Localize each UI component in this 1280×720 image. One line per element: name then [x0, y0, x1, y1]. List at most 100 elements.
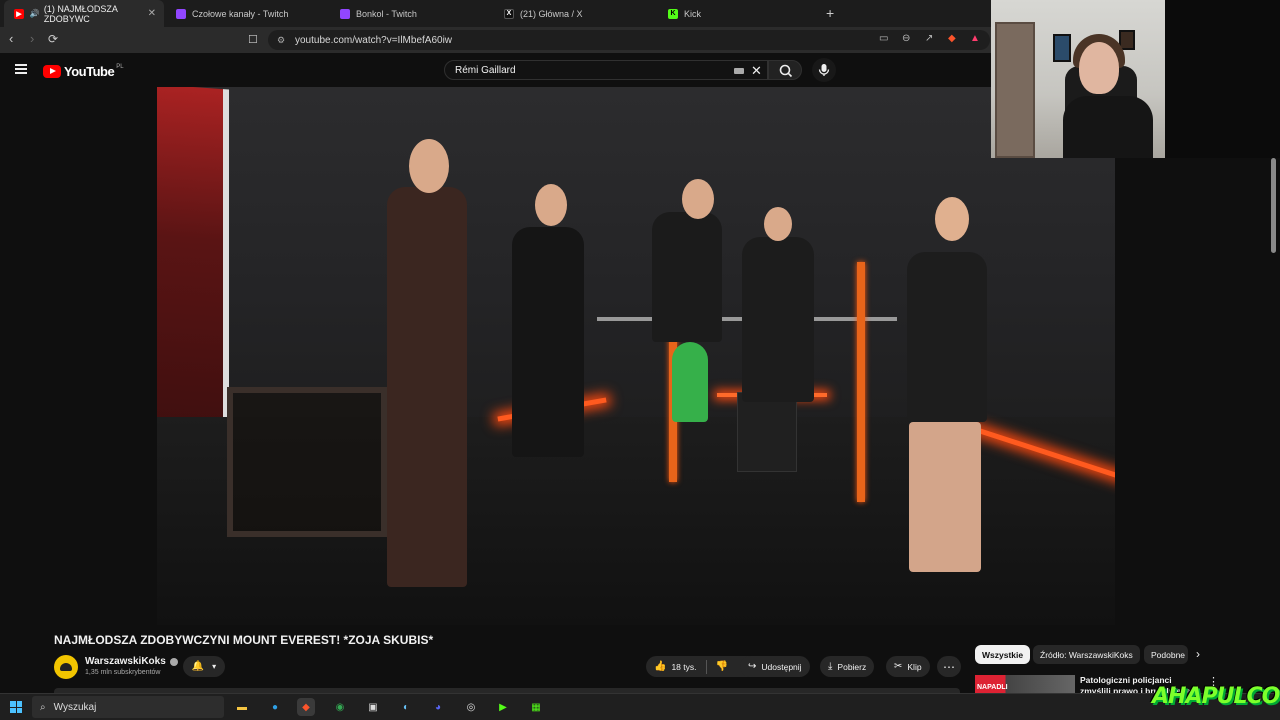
- verified-icon: [169, 657, 178, 666]
- close-tab-icon[interactable]: ✕: [148, 8, 156, 19]
- tab-label: Czołowe kanały - Twitch: [192, 8, 289, 19]
- keyboard-icon[interactable]: [734, 68, 744, 74]
- share-icon: ↪: [748, 661, 757, 672]
- video-person: [742, 237, 814, 402]
- taskbar-search[interactable]: ⌕ Wyszukaj: [32, 696, 224, 718]
- share-button[interactable]: ↪ Udostępnij: [740, 656, 810, 677]
- webcam-door: [995, 22, 1035, 158]
- download-icon: ⤓: [828, 661, 833, 672]
- video-person: [387, 187, 467, 587]
- tab-label: (1) NAJMŁODSZA ZDOBYWC: [43, 3, 118, 24]
- like-icon[interactable]: 👍: [654, 661, 666, 672]
- video-person-head: [409, 139, 449, 193]
- chip-from-channel[interactable]: Źródło: WarszawskiKoks: [1033, 645, 1140, 664]
- app-icon[interactable]: ▣: [364, 698, 382, 716]
- notifications-button[interactable]: 🔔 ▾: [183, 656, 225, 677]
- chip-related[interactable]: Podobne: [1144, 645, 1188, 664]
- new-tab-button[interactable]: +: [826, 5, 834, 21]
- share-page-icon[interactable]: ↗: [925, 33, 933, 44]
- tab-youtube[interactable]: ▶ 🔊 (1) NAJMŁODSZA ZDOBYWC ✕: [4, 0, 164, 27]
- webcam-picture-frame: [1053, 34, 1071, 62]
- speaker-icon[interactable]: 🔊: [30, 9, 40, 18]
- video-scene-table: [227, 387, 387, 537]
- video-person-head: [935, 197, 969, 241]
- voice-search-button[interactable]: [812, 58, 836, 82]
- tab-twitch-channels[interactable]: Czołowe kanały - Twitch: [166, 0, 328, 27]
- steam-icon[interactable]: ◐: [397, 698, 415, 716]
- channel-name[interactable]: WarszawskiKoks: [85, 656, 178, 667]
- video-scene-rack: [857, 262, 865, 502]
- video-person: [672, 342, 708, 422]
- chip-all[interactable]: Wszystkie: [975, 645, 1031, 664]
- webcam-background: [1165, 0, 1280, 158]
- video-person-head: [764, 207, 792, 241]
- streamer-app-icon[interactable]: ▦: [527, 698, 545, 716]
- channel-avatar[interactable]: [54, 655, 78, 679]
- menu-icon[interactable]: [15, 64, 27, 74]
- discord-icon[interactable]: ◕: [429, 698, 447, 716]
- x-favicon-icon: X: [504, 8, 514, 19]
- chrome-icon[interactable]: ◉: [331, 698, 349, 716]
- windows-start-icon[interactable]: [10, 701, 22, 713]
- tab-kick[interactable]: K Kick: [658, 0, 820, 27]
- scissors-icon: ✂: [894, 661, 903, 672]
- chevron-down-icon: ▾: [212, 662, 217, 671]
- youtube-favicon-icon: ▶: [14, 8, 24, 19]
- stream-overlay-logo: AHAPULCO: [1152, 684, 1280, 709]
- twitch-favicon-icon: [340, 8, 350, 19]
- file-explorer-icon[interactable]: ▬: [233, 698, 251, 716]
- search-icon: [779, 64, 793, 78]
- webcam-shirt: [1063, 96, 1153, 158]
- cast-icon[interactable]: ▭: [879, 33, 888, 44]
- back-icon[interactable]: ‹: [9, 31, 13, 46]
- tab-label: Bonkol - Twitch: [356, 8, 417, 19]
- search-input[interactable]: Rémi Gaillard: [444, 60, 768, 80]
- youtube-play-icon: [43, 65, 61, 78]
- video-scene-screen: [157, 87, 229, 470]
- divider: [705, 659, 707, 674]
- forward-icon[interactable]: ›: [30, 31, 34, 46]
- tab-label: Kick: [684, 8, 702, 19]
- video-player[interactable]: [157, 87, 1115, 625]
- chevron-right-icon[interactable]: ›: [1196, 647, 1200, 661]
- webcam-face: [1079, 42, 1119, 94]
- edge-icon[interactable]: ●: [266, 698, 284, 716]
- bell-icon: 🔔: [191, 661, 205, 672]
- tab-label: (21) Główna / X: [520, 8, 583, 19]
- more-icon: ⋯: [943, 659, 955, 674]
- video-person-head: [535, 184, 567, 226]
- like-count[interactable]: 18 tys.: [671, 662, 696, 672]
- search-icon: ⌕: [40, 701, 46, 713]
- brave-icon[interactable]: ◆: [297, 698, 315, 716]
- site-info-icon[interactable]: ⚙: [277, 35, 285, 46]
- url-text: youtube.com/watch?v=IlMbefA60iw: [295, 34, 453, 46]
- video-person: [907, 252, 987, 422]
- youtube-logo[interactable]: YouTube PL: [43, 64, 124, 79]
- subscriber-count: 1,35 mln subskrybentów: [85, 669, 161, 676]
- search-button[interactable]: [768, 60, 802, 80]
- video-scene-bench: [737, 392, 797, 472]
- video-title: NAJMŁODSZA ZDOBYWCZYNI MOUNT EVEREST! *Z…: [54, 633, 434, 647]
- reload-icon[interactable]: ⟳: [48, 32, 58, 46]
- clip-button[interactable]: ✂ Klip: [886, 656, 930, 677]
- tab-twitch-bonkol[interactable]: Bonkol - Twitch: [330, 0, 492, 27]
- video-person: [652, 212, 722, 342]
- kick-app-icon[interactable]: ▶: [494, 698, 512, 716]
- tab-x[interactable]: X (21) Główna / X: [494, 0, 656, 27]
- download-button[interactable]: ⤓ Pobierz: [820, 656, 875, 677]
- video-person: [512, 227, 584, 457]
- microphone-icon: [818, 64, 830, 76]
- brave-shield-icon[interactable]: ◆: [948, 33, 956, 44]
- webcam-overlay: [991, 0, 1165, 158]
- more-actions-button[interactable]: ⋯: [937, 656, 961, 677]
- obs-icon[interactable]: ◎: [462, 698, 480, 716]
- zoom-icon[interactable]: ⊖: [902, 33, 910, 44]
- brave-rewards-icon[interactable]: ▲: [970, 33, 980, 44]
- windows-taskbar: ⌕ Wyszukaj ▬ ● ◆ ◉ ▣ ◐ ◕ ◎ ▶ ▦: [0, 693, 1280, 720]
- bookmark-icon[interactable]: ☐: [248, 33, 258, 46]
- dislike-icon[interactable]: 👎: [716, 661, 728, 672]
- kick-favicon-icon: K: [668, 8, 678, 19]
- scrollbar[interactable]: [1271, 158, 1276, 253]
- video-person-head: [682, 179, 714, 219]
- clear-search-icon[interactable]: ✕: [751, 63, 762, 79]
